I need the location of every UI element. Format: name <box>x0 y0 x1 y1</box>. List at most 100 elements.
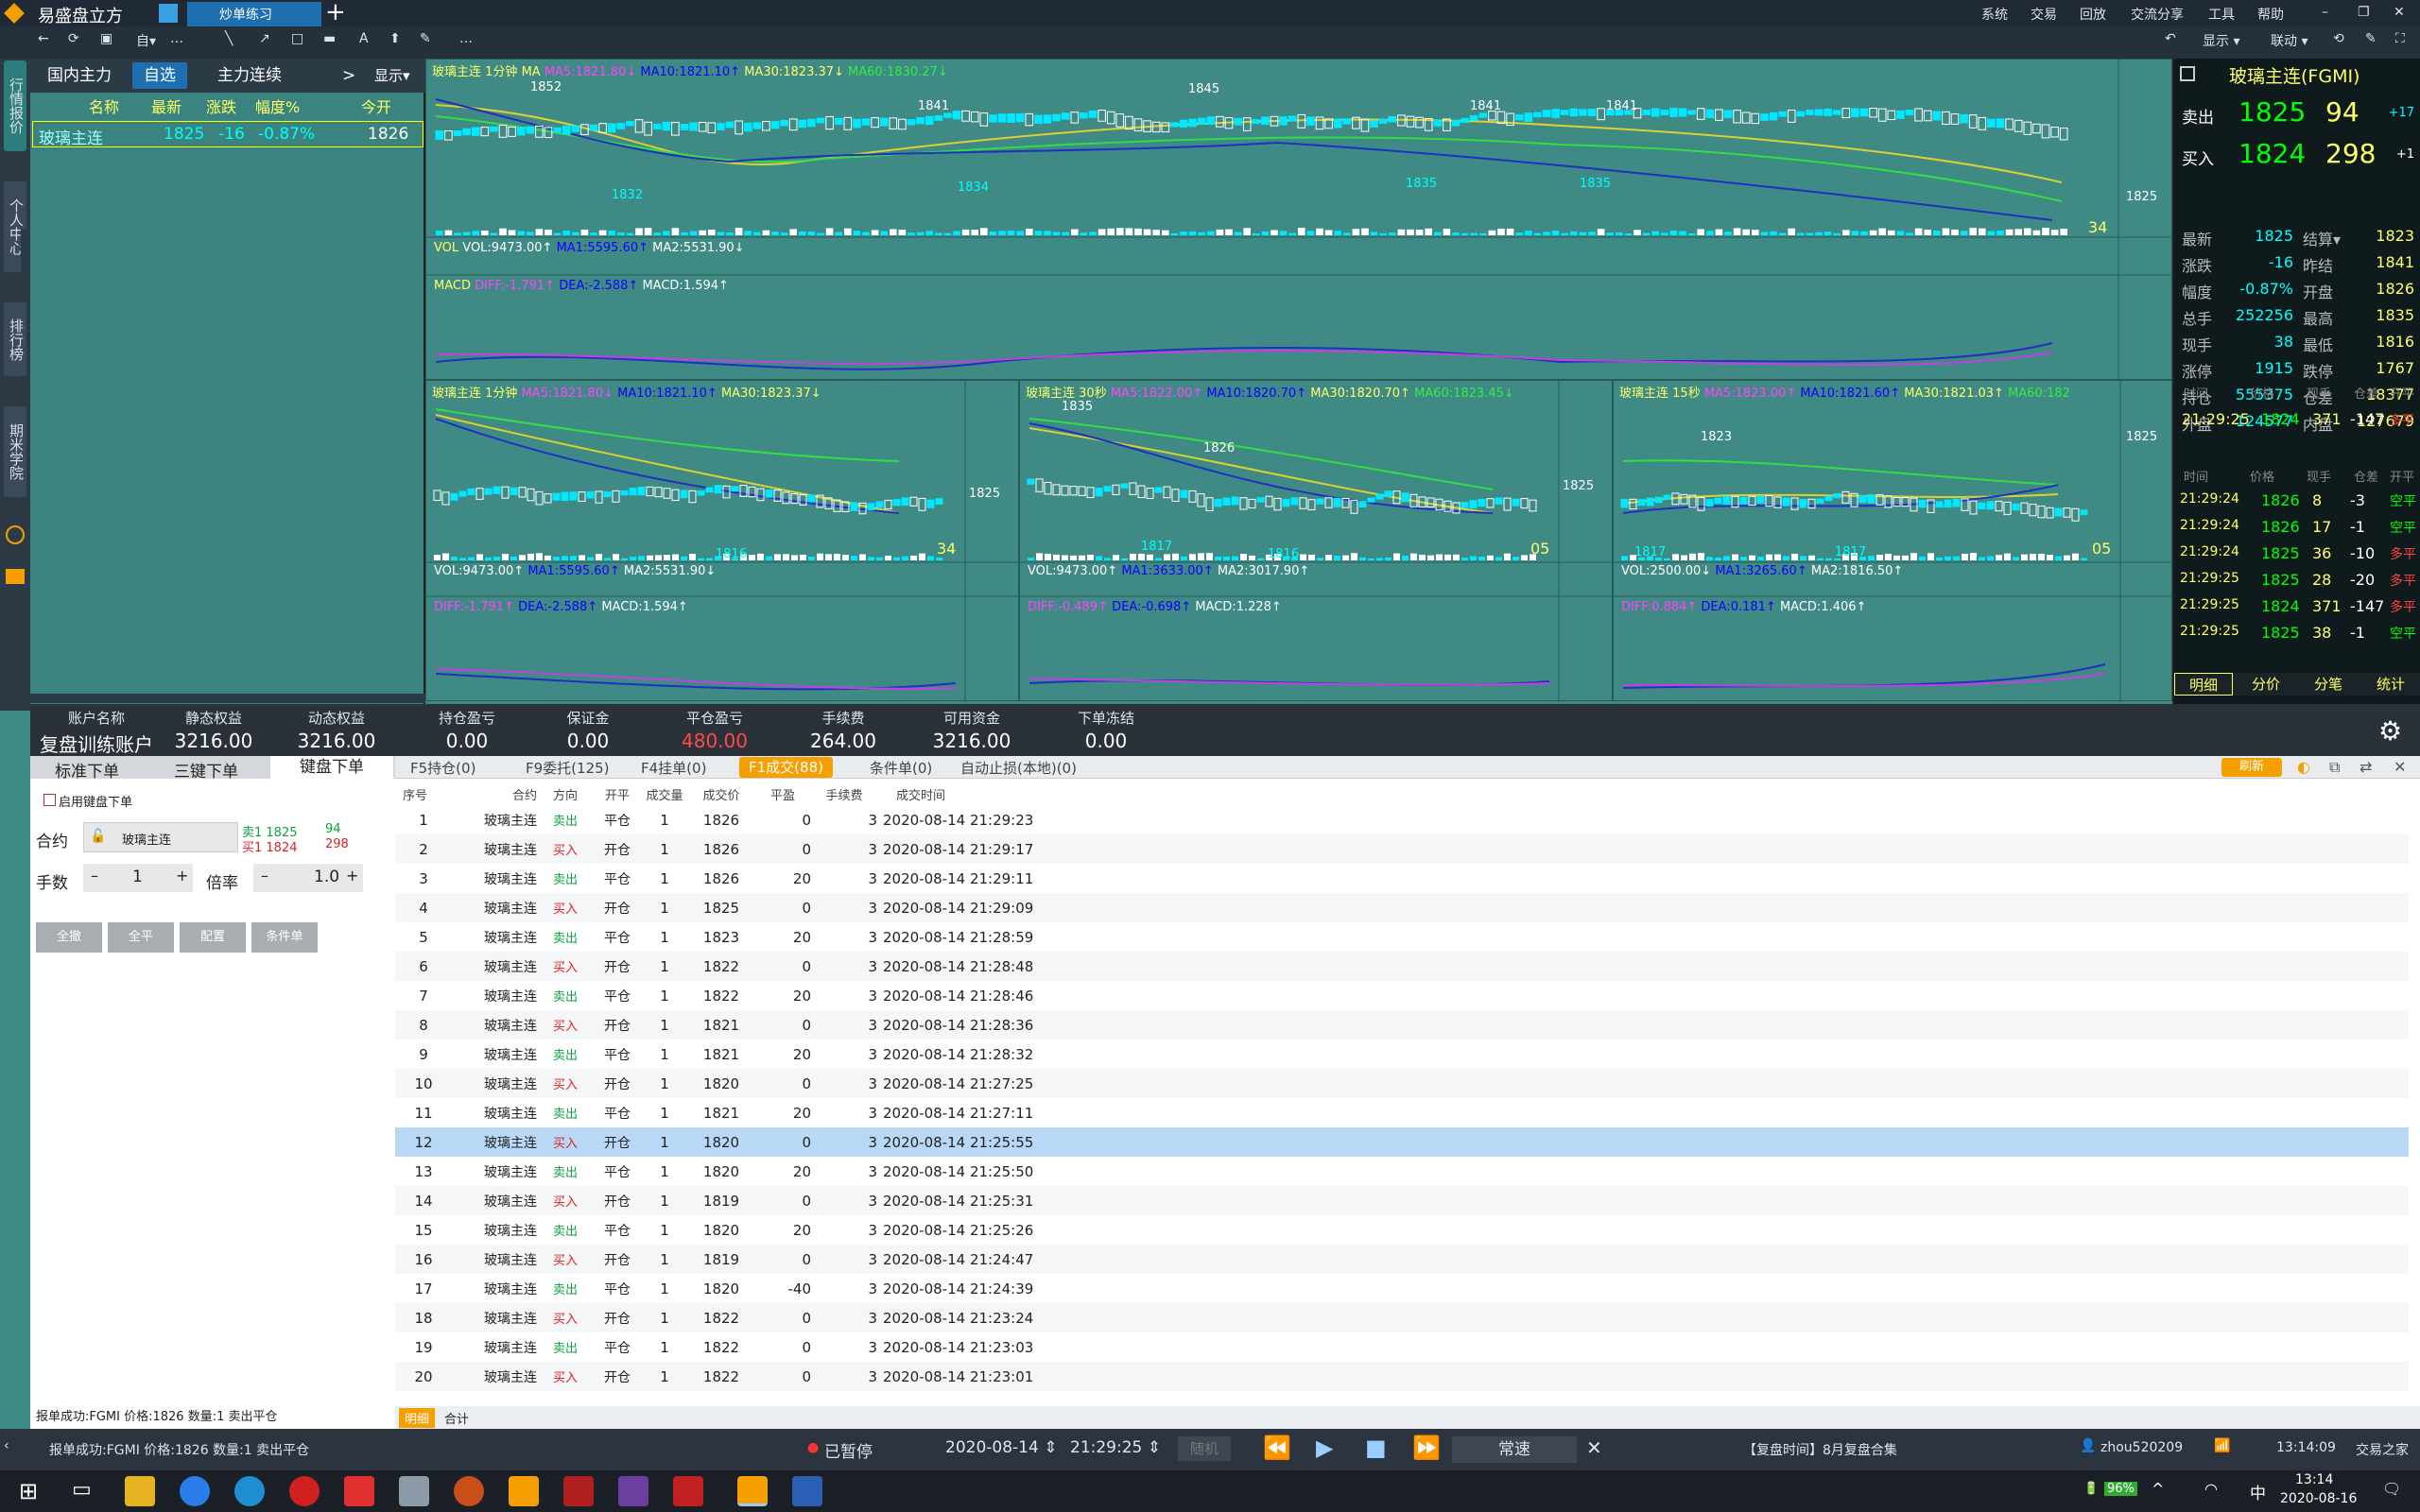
refresh-button[interactable]: 刷新 <box>2221 758 2282 777</box>
table-row[interactable]: 13 玻璃主连 卖出 平仓 1 1820 20 3 2020-08-14 21:25:50 <box>395 1157 2409 1186</box>
text-tool-icon[interactable]: A <box>359 31 369 46</box>
tab-pending[interactable]: F4挂单(0) <box>631 756 716 781</box>
table-row[interactable]: 19 玻璃主连 卖出 平仓 1 1822 0 3 2020-08-14 21:23:03 <box>395 1332 2409 1362</box>
display-menu[interactable]: 显示 ▾ <box>2203 31 2239 50</box>
tab-orders[interactable]: F9委托(125) <box>516 756 619 781</box>
tab-continuous[interactable]: 主力连续 <box>206 62 293 89</box>
table-row[interactable]: 14 玻璃主连 买入 开仓 1 1819 0 3 2020-08-14 21:25:31 <box>395 1186 2409 1215</box>
kline-chart-30s[interactable]: 玻璃主连 30秒 MA5:1822.00↑ MA10:1820.70↑ MA30… <box>1019 380 1614 702</box>
kline-chart-1min[interactable]: 玻璃主连 1分钟 MA5:1821.80↓ MA10:1821.10↑ MA30… <box>425 380 1020 702</box>
play-icon[interactable]: ▶ <box>1316 1435 1333 1461</box>
stop-icon[interactable]: ■ <box>1365 1435 1387 1461</box>
table-row[interactable]: 10 玻璃主连 买入 开仓 1 1820 0 3 2020-08-14 21:27:25 <box>395 1069 2409 1098</box>
task-view-icon[interactable]: ▭ <box>72 1478 92 1502</box>
refresh-icon[interactable]: ⟳ <box>68 31 79 46</box>
watch-more[interactable]: > <box>331 62 367 89</box>
back-icon[interactable]: ← <box>38 31 49 46</box>
news-icon[interactable] <box>344 1476 374 1506</box>
save-icon[interactable]: ▣ <box>100 31 112 46</box>
rewind-icon[interactable]: ⏪ <box>1263 1435 1291 1461</box>
ray-tool-icon[interactable]: ↗ <box>259 31 270 46</box>
table-row[interactable]: 15 玻璃主连 卖出 平仓 1 1820 20 3 2020-08-14 21:25:26 <box>395 1215 2409 1245</box>
sidebar-quotes[interactable]: 行情报价 <box>4 60 26 151</box>
table-row[interactable]: 12 玻璃主连 买入 开仓 1 1820 0 3 2020-08-14 21:25:55 <box>395 1127 2409 1157</box>
bid-row[interactable]: 买入 1824 298 +1 <box>2180 138 2414 174</box>
tab-favorites[interactable]: 自选 <box>132 62 187 89</box>
replay-time-input[interactable]: 21:29:25 ⇕ <box>1070 1438 1161 1457</box>
close-panel-icon[interactable]: ✕ <box>2394 758 2406 776</box>
calculator-icon[interactable] <box>399 1476 429 1506</box>
alarm-icon[interactable] <box>6 525 25 544</box>
clock-icon[interactable]: ◐ <box>2297 758 2310 776</box>
close-icon[interactable]: ✕ <box>2394 5 2405 20</box>
menu-replay[interactable]: 回放 <box>2080 5 2106 24</box>
ask-row[interactable]: 卖出 1825 94 +17 <box>2180 96 2414 132</box>
collapse-icon[interactable] <box>2180 66 2195 81</box>
windows-start-icon[interactable]: ⊞ <box>19 1478 38 1504</box>
chart-app-icon[interactable] <box>673 1476 703 1506</box>
notification-icon[interactable]: 🗨 <box>2382 1480 2401 1498</box>
table-row[interactable]: 8 玻璃主连 买入 开仓 1 1821 0 3 2020-08-14 21:28:36 <box>395 1010 2409 1040</box>
menu-tools[interactable]: 工具 <box>2208 5 2235 24</box>
watch-scrollbar[interactable] <box>30 694 425 703</box>
tab-detail[interactable]: 明细 <box>2174 673 2233 696</box>
popout-icon[interactable]: ⧉ <box>2329 758 2340 777</box>
tab-price-dist[interactable]: 分价 <box>2237 673 2295 696</box>
list-item[interactable]: 玻璃主连 1825 -16 -0.87% 1826 <box>32 121 424 148</box>
menu-trade[interactable]: 交易 <box>2031 5 2057 24</box>
qty-plus-icon[interactable]: + <box>176 867 188 885</box>
fullscreen-icon[interactable]: ⛶ <box>2395 31 2405 46</box>
sidebar-ranking[interactable]: 排行榜 <box>4 302 26 376</box>
tab-stats[interactable]: 统计 <box>2361 673 2420 696</box>
more-icon[interactable]: … <box>170 31 183 46</box>
table-row[interactable]: 2 玻璃主连 买入 开仓 1 1826 0 3 2020-08-14 21:29:17 <box>395 834 2409 864</box>
conditional-order-button[interactable]: 条件单 <box>251 922 318 953</box>
cards-icon[interactable] <box>563 1476 594 1506</box>
tab-ticks[interactable]: 分笔 <box>2299 673 2358 696</box>
tab-domestic-main[interactable]: 国内主力 <box>36 62 123 89</box>
tab-fills[interactable]: F1成交(88) <box>739 757 833 778</box>
table-row[interactable]: 17 玻璃主连 卖出 平仓 1 1820 -40 3 2020-08-14 21:24:39 <box>395 1274 2409 1303</box>
pen-icon[interactable]: ✎ <box>2365 31 2377 46</box>
monitor-icon[interactable] <box>6 569 25 584</box>
col-pct[interactable]: 幅度% <box>255 94 300 117</box>
fast-forward-icon[interactable]: ⏩ <box>1412 1435 1441 1461</box>
netease-music-icon[interactable] <box>289 1476 320 1506</box>
table-row[interactable]: 5 玻璃主连 卖出 平仓 1 1823 20 3 2020-08-14 21:28:59 <box>395 922 2409 952</box>
enable-keyboard-checkbox[interactable] <box>43 794 56 806</box>
add-tab-icon[interactable]: + <box>325 0 346 26</box>
table-row[interactable]: 9 玻璃主连 卖出 平仓 1 1821 20 3 2020-08-14 21:28:32 <box>395 1040 2409 1069</box>
tab-standard-order[interactable]: 标准下单 <box>55 758 119 782</box>
table-row[interactable]: 18 玻璃主连 买入 开仓 1 1822 0 3 2020-08-14 21:23:24 <box>395 1303 2409 1332</box>
practice-tab[interactable]: 炒单练习 <box>187 2 321 26</box>
word-icon[interactable] <box>792 1476 822 1506</box>
table-row[interactable]: 16 玻璃主连 买入 开仓 1 1819 0 3 2020-08-14 21:24:47 <box>395 1245 2409 1274</box>
tab-fill-total[interactable]: 合计 <box>444 1409 469 1427</box>
game-icon[interactable] <box>454 1476 484 1506</box>
random-button[interactable]: 随机 <box>1178 1436 1231 1461</box>
cancel-all-button[interactable]: 全撤 <box>36 922 102 953</box>
app-grid-icon[interactable] <box>159 4 178 23</box>
table-row[interactable]: 7 玻璃主连 卖出 平仓 1 1822 20 3 2020-08-14 21:28:46 <box>395 981 2409 1010</box>
table-row[interactable]: 6 玻璃主连 买入 开仓 1 1822 0 3 2020-08-14 21:28:48 <box>395 952 2409 981</box>
trading-app-icon[interactable] <box>509 1476 539 1506</box>
nav-left-icon[interactable]: ‹ <box>4 1438 9 1453</box>
tab-positions[interactable]: F5持仓(0) <box>401 756 485 781</box>
qty-stepper[interactable]: – 1 + <box>83 864 193 892</box>
table-row[interactable]: 3 玻璃主连 卖出 平仓 1 1826 20 3 2020-08-14 21:29:11 <box>395 864 2409 893</box>
tab-conditional[interactable]: 条件单(0) <box>860 756 942 781</box>
table-row[interactable]: 1 玻璃主连 卖出 平仓 1 1826 0 3 2020-08-14 21:29:23 <box>395 805 2409 834</box>
minimize-icon[interactable]: – <box>2322 5 2328 20</box>
sync-icon[interactable]: ⟲ <box>2333 31 2344 46</box>
menu-help[interactable]: 帮助 <box>2257 5 2284 24</box>
kline-chart-15s[interactable]: 玻璃主连 15秒 MA5:1823.00↑ MA10:1821.60↑ MA30… <box>1613 380 2173 702</box>
speed-select[interactable]: 常速 <box>1452 1436 1577 1463</box>
table-row[interactable]: 20 玻璃主连 买入 开仓 1 1822 0 3 2020-08-14 21:23:01 <box>395 1362 2409 1391</box>
ime-indicator[interactable]: 中 <box>2250 1480 2266 1503</box>
draw-tool-icon[interactable]: ✎ <box>420 31 431 46</box>
tab-keyboard-order[interactable]: 键盘下单 <box>270 756 393 779</box>
menu-share[interactable]: 交流分享 <box>2131 5 2184 24</box>
col-last[interactable]: 最新 <box>151 94 182 117</box>
tab-three-key-order[interactable]: 三键下单 <box>174 758 238 782</box>
col-open[interactable]: 今开 <box>361 94 391 117</box>
